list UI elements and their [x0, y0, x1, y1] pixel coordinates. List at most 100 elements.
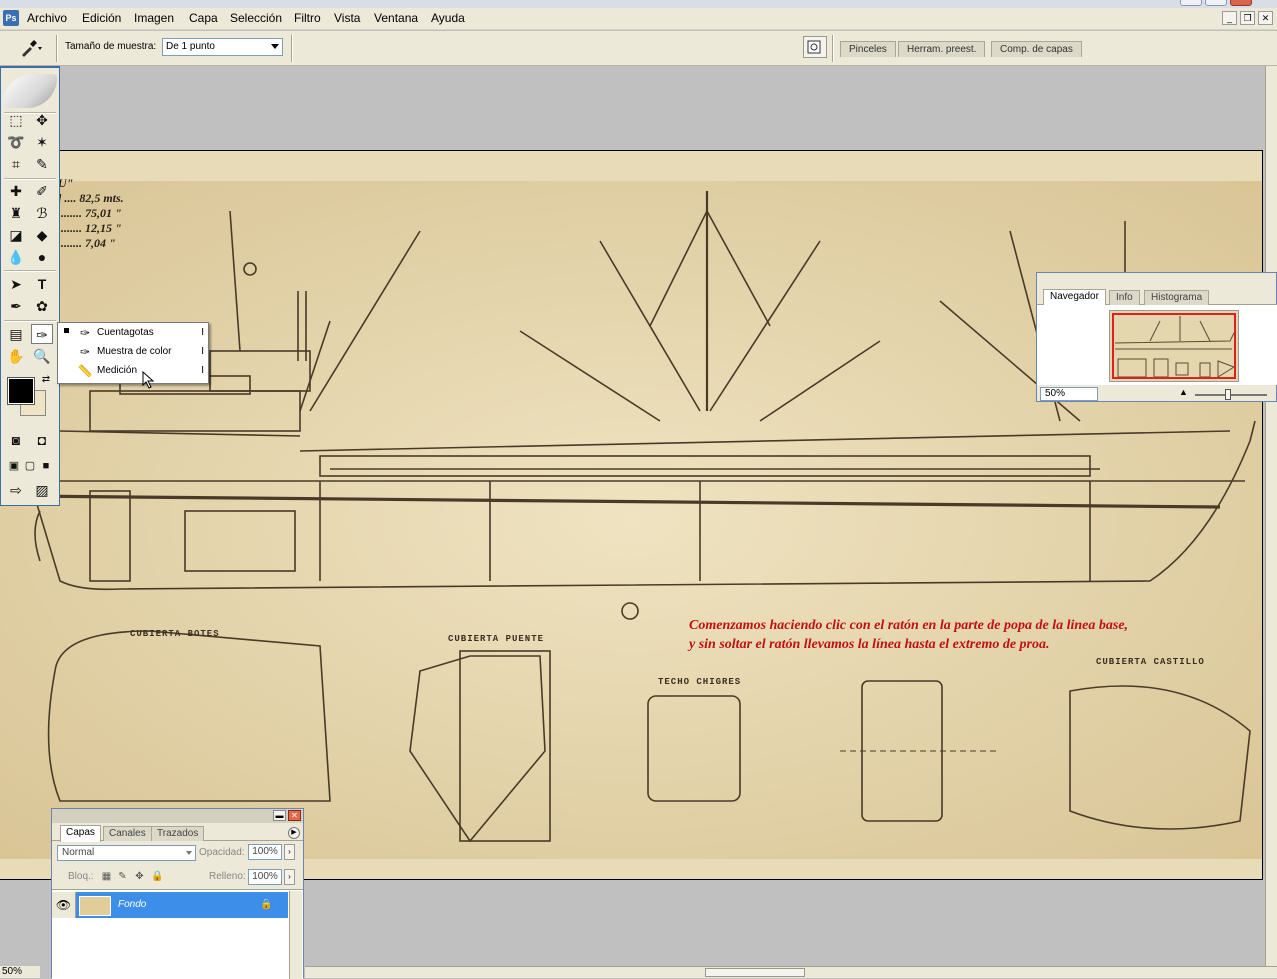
eyedropper-tool-icon[interactable]: ✑: [31, 324, 53, 344]
lock-all-icon[interactable]: 🔒: [151, 871, 163, 882]
imageready-icon[interactable]: ▨: [31, 480, 53, 500]
vertical-scrollbar[interactable]: [1265, 66, 1277, 966]
tab-capas[interactable]: Capas: [60, 825, 101, 842]
menu-imagen[interactable]: Imagen: [134, 11, 174, 25]
navigator-tabs: Navegador Info Histograma: [1037, 287, 1277, 306]
document-canvas[interactable]: U" l .... 82,5 mts. ........ 75,01 " ...…: [0, 151, 1262, 879]
menu-ventana[interactable]: Ventana: [374, 11, 418, 25]
eyedropper-preset-icon[interactable]: [18, 38, 44, 58]
opacity-field[interactable]: 100%: [248, 844, 282, 860]
notes-tool-icon[interactable]: ▤: [5, 324, 27, 344]
menu-capa[interactable]: Capa: [189, 11, 218, 25]
slider-knob[interactable]: [1225, 389, 1231, 400]
quick-mask-mode-icon[interactable]: ◘: [31, 430, 53, 450]
layer-row[interactable]: Fondo 🔒: [52, 892, 288, 918]
zoom-out-icon[interactable]: ▲: [1179, 387, 1188, 397]
photoshop-icon[interactable]: Ps: [3, 10, 19, 26]
brush-tool-icon[interactable]: ✐: [31, 181, 53, 201]
options-separator: [291, 35, 293, 62]
layers-scrollbar[interactable]: [289, 891, 302, 979]
tab-info[interactable]: Info: [1109, 290, 1140, 305]
panel-close-button[interactable]: ✕: [288, 810, 301, 821]
layers-panel-titlebar[interactable]: ▬ ✕: [52, 809, 303, 823]
pen-tool-icon[interactable]: ✒: [5, 296, 27, 316]
toolbox-divider: [4, 270, 56, 272]
type-tool-icon[interactable]: T: [31, 274, 53, 294]
horizontal-scrollbar[interactable]: [305, 966, 1277, 978]
flyout-item-muestra-de-color[interactable]: ✑ Muestra de color I: [58, 343, 210, 362]
magic-wand-tool-icon[interactable]: ✶: [31, 132, 53, 152]
screen-mode-full-icon[interactable]: ■: [35, 456, 57, 476]
menu-archivo[interactable]: Archivo: [27, 11, 67, 25]
palette-tab-pinceles[interactable]: Pinceles: [840, 41, 896, 57]
clone-stamp-tool-icon[interactable]: ♜: [5, 203, 27, 223]
document-restore-button[interactable]: ❐: [1240, 11, 1255, 25]
history-brush-tool-icon[interactable]: ℬ: [31, 203, 53, 223]
status-zoom[interactable]: 50%: [0, 966, 40, 978]
window-minimize-button[interactable]: [1180, 0, 1202, 6]
blur-tool-icon[interactable]: 💧: [5, 247, 27, 267]
standard-mode-icon[interactable]: ◙: [5, 430, 27, 450]
palette-tab-herram-preest[interactable]: Herram. preest.: [898, 41, 986, 57]
menu-vista[interactable]: Vista: [334, 11, 360, 25]
flyout-item-medicion[interactable]: 📏 Medición I: [58, 362, 210, 381]
swap-colors-icon[interactable]: ⇄: [35, 370, 57, 390]
palette-tab-comp-de-capas[interactable]: Comp. de capas: [991, 41, 1082, 57]
window-close-button[interactable]: [1230, 0, 1252, 6]
zoom-tool-icon[interactable]: 🔍: [31, 346, 53, 366]
annotation-line: Comenzamos haciendo clic con el ratón en…: [689, 618, 1129, 633]
hand-tool-icon[interactable]: ✋: [5, 346, 27, 366]
eraser-tool-icon[interactable]: ◪: [5, 225, 27, 245]
panel-menu-button[interactable]: ▶: [288, 827, 300, 839]
tab-trazados[interactable]: Trazados: [151, 826, 205, 841]
tab-histograma[interactable]: Histograma: [1144, 290, 1210, 305]
path-selection-tool-icon[interactable]: ➤: [5, 274, 27, 294]
lasso-tool-icon[interactable]: ➰: [5, 132, 27, 152]
move-tool-icon[interactable]: ✥: [31, 110, 53, 130]
file-browser-icon[interactable]: [803, 36, 827, 58]
visibility-eye-icon[interactable]: 👁: [52, 892, 76, 918]
document-minimize-button[interactable]: _: [1222, 11, 1237, 25]
window-maximize-button[interactable]: [1205, 0, 1227, 6]
slice-tool-icon[interactable]: ✎: [31, 154, 53, 174]
eyedropper-icon: ✑: [79, 326, 91, 340]
lock-position-icon[interactable]: ✥: [134, 871, 145, 882]
navigator-view-box[interactable]: [1112, 313, 1236, 379]
navigator-zoom-slider[interactable]: [1195, 389, 1267, 400]
menu-seleccion[interactable]: Selección: [230, 11, 282, 25]
spec-line: ........ 75,01 ": [58, 206, 122, 220]
panel-minimize-button[interactable]: ▬: [273, 810, 286, 821]
document-close-button[interactable]: ✕: [1258, 11, 1273, 25]
menu-edicion[interactable]: Edición: [82, 11, 121, 25]
deck-label-botes: CUBIERTA BOTES: [130, 629, 220, 639]
burn-tool-icon[interactable]: ●: [31, 247, 53, 267]
sample-size-select[interactable]: De 1 punto: [162, 38, 283, 56]
marquee-tool-icon[interactable]: ⬚: [5, 110, 27, 130]
custom-shape-tool-icon[interactable]: ✿: [31, 296, 53, 316]
navigator-zoom-field[interactable]: 50%: [1040, 387, 1098, 401]
window-titlebar: [0, 0, 1277, 8]
healing-brush-tool-icon[interactable]: ✚: [5, 181, 27, 201]
feather-logo-icon[interactable]: [3, 74, 57, 108]
menu-filtro[interactable]: Filtro: [294, 11, 321, 25]
crop-tool-icon[interactable]: ⌗: [5, 154, 27, 174]
tab-navegador[interactable]: Navegador: [1043, 289, 1106, 306]
navigator-thumbnail[interactable]: [1109, 310, 1239, 382]
blend-mode-select[interactable]: Normal: [57, 845, 196, 861]
tab-canales[interactable]: Canales: [103, 826, 152, 841]
flyout-item-cuentagotas[interactable]: ✑ Cuentagotas I: [58, 324, 210, 343]
fill-arrow-button[interactable]: ›: [284, 869, 295, 885]
opacity-arrow-button[interactable]: ›: [284, 844, 295, 860]
jump-to-imageready-icon[interactable]: ⇨: [5, 480, 27, 500]
foreground-color-swatch[interactable]: [7, 377, 35, 405]
lock-transparency-icon[interactable]: ▦: [101, 871, 112, 882]
fill-field[interactable]: 100%: [248, 869, 282, 885]
menu-ayuda[interactable]: Ayuda: [431, 11, 465, 25]
paint-bucket-tool-icon[interactable]: ◆: [31, 225, 53, 245]
flyout-item-label: Medición: [97, 365, 138, 376]
layers-panel: ▬ ✕ Capas Canales Trazados ▶ Normal Opac…: [51, 808, 304, 979]
layers-list: Fondo 🔒 👁: [52, 889, 303, 979]
lock-image-icon[interactable]: ✎: [117, 871, 128, 882]
scrollbar-thumb[interactable]: [705, 968, 805, 977]
layer-name[interactable]: Fondo: [118, 899, 146, 910]
